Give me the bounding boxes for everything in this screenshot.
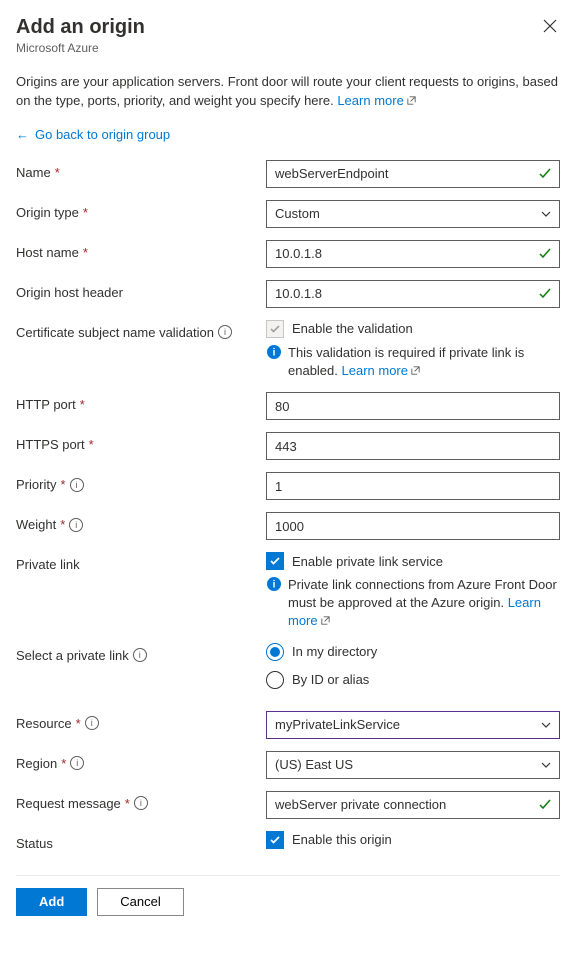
arrow-left-icon: ← (16, 127, 29, 142)
learn-more-link[interactable]: Learn more (342, 363, 421, 378)
origin-host-header-input[interactable] (266, 280, 560, 308)
info-icon: i (266, 344, 282, 360)
host-name-input[interactable] (266, 240, 560, 268)
name-input[interactable] (266, 160, 560, 188)
info-icon[interactable]: i (133, 648, 147, 662)
status-label: Status (16, 836, 53, 851)
back-link[interactable]: ←Go back to origin group (16, 127, 170, 142)
info-icon[interactable]: i (69, 518, 83, 532)
enable-private-link-text: Enable private link service (292, 554, 443, 569)
description: Origins are your application servers. Fr… (16, 73, 560, 111)
origin-host-header-label: Origin host header (16, 285, 123, 300)
resource-select[interactable]: myPrivateLinkService (266, 711, 560, 739)
svg-text:i: i (273, 347, 276, 358)
https-port-input[interactable] (266, 432, 560, 460)
add-button[interactable]: Add (16, 888, 87, 916)
weight-input[interactable] (266, 512, 560, 540)
in-directory-radio[interactable] (266, 643, 284, 661)
learn-more-link[interactable]: Learn more (337, 93, 416, 108)
enable-origin-checkbox[interactable] (266, 831, 284, 849)
enable-origin-text: Enable this origin (292, 832, 392, 847)
origin-type-label: Origin type (16, 205, 79, 220)
resource-label: Resource (16, 716, 72, 731)
weight-label: Weight (16, 517, 56, 532)
cancel-button[interactable]: Cancel (97, 888, 183, 916)
external-link-icon (320, 615, 331, 626)
info-icon[interactable]: i (218, 325, 232, 339)
request-message-label: Request message (16, 796, 121, 811)
svg-text:i: i (273, 580, 276, 591)
enable-validation-checkbox (266, 320, 284, 338)
cert-validation-label: Certificate subject name validation (16, 325, 214, 340)
region-label: Region (16, 756, 57, 771)
https-port-label: HTTPS port (16, 437, 85, 452)
close-icon[interactable] (542, 18, 558, 34)
info-icon[interactable]: i (85, 716, 99, 730)
page-title: Add an origin (16, 16, 560, 39)
priority-input[interactable] (266, 472, 560, 500)
in-directory-label: In my directory (292, 644, 377, 659)
priority-label: Priority (16, 477, 56, 492)
select-private-link-label: Select a private link (16, 648, 129, 663)
private-link-label: Private link (16, 557, 80, 572)
origin-type-select[interactable]: Custom (266, 200, 560, 228)
enable-validation-text: Enable the validation (292, 321, 413, 336)
name-label: Name (16, 165, 51, 180)
info-icon[interactable]: i (134, 796, 148, 810)
page-subtitle: Microsoft Azure (16, 41, 560, 55)
host-name-label: Host name (16, 245, 79, 260)
by-id-radio[interactable] (266, 671, 284, 689)
info-icon: i (266, 576, 282, 592)
info-icon[interactable]: i (70, 756, 84, 770)
external-link-icon (406, 95, 417, 106)
http-port-input[interactable] (266, 392, 560, 420)
enable-private-link-checkbox[interactable] (266, 552, 284, 570)
by-id-label: By ID or alias (292, 672, 369, 687)
info-icon[interactable]: i (70, 478, 84, 492)
request-message-input[interactable] (266, 791, 560, 819)
external-link-icon (410, 365, 421, 376)
http-port-label: HTTP port (16, 397, 76, 412)
region-select[interactable]: (US) East US (266, 751, 560, 779)
